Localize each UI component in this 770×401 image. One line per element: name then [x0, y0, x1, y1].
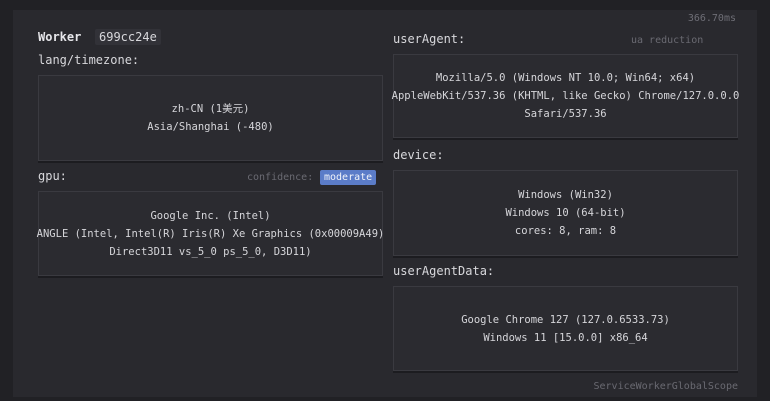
platform-line: Windows 11 [15.0.0] x86_64 [483, 331, 648, 344]
device-os-line: Windows 10 (64-bit) [505, 207, 626, 219]
gpu-label: gpu: [38, 169, 67, 183]
user-agent-line: Mozilla/5.0 (Windows NT 10.0; Win64; x64… [435, 72, 696, 84]
user-agent-label: userAgent: [393, 32, 466, 46]
worker-id: 699cc24e [95, 29, 161, 45]
lang-timezone-label: lang/timezone: [38, 53, 140, 67]
worker-scope: ServiceWorkerGlobalScope [593, 381, 739, 392]
browser-line: Google Chrome 127 (127.0.6533.73) [461, 313, 670, 326]
gpu-renderer-line-2: Direct3D11 vs_5_0 ps_5_0, D3D11) [109, 245, 312, 258]
gpu-box: Google Inc. (Intel) ANGLE (Intel, Intel(… [36, 191, 385, 276]
gpu-vendor-line: Google Inc. (Intel) [150, 209, 271, 222]
device-box: Windows (Win32) Windows 10 (64-bit) core… [393, 170, 738, 256]
worker-title: Worker [38, 30, 82, 44]
timezone-line: Asia/Shanghai (-480) [147, 121, 274, 133]
lang-timezone-box: zh-CN (1美元) Asia/Shanghai (-480) [38, 75, 383, 161]
device-label: device: [393, 148, 444, 162]
timing-value: 366.70ms [687, 13, 736, 24]
user-agent-line: AppleWebKit/537.36 (KHTML, like Gecko) C… [391, 90, 740, 102]
user-agent-data-box: Google Chrome 127 (127.0.6533.73) Window… [393, 286, 738, 371]
gpu-renderer-line: ANGLE (Intel, Intel(R) Iris(R) Xe Graphi… [36, 227, 385, 240]
confidence-label: confidence: [247, 172, 314, 183]
user-agent-box: Mozilla/5.0 (Windows NT 10.0; Win64; x64… [391, 54, 740, 138]
device-hardware-line: cores: 8, ram: 8 [514, 225, 617, 237]
user-agent-line: Safari/537.36 [524, 108, 607, 120]
lang-line: zh-CN (1美元) [171, 103, 250, 115]
device-platform-line: Windows (Win32) [518, 189, 613, 201]
confidence-badge: moderate [320, 170, 377, 185]
ua-reduction-note: ua reduction [631, 35, 704, 46]
user-agent-data-label: userAgentData: [393, 264, 495, 278]
